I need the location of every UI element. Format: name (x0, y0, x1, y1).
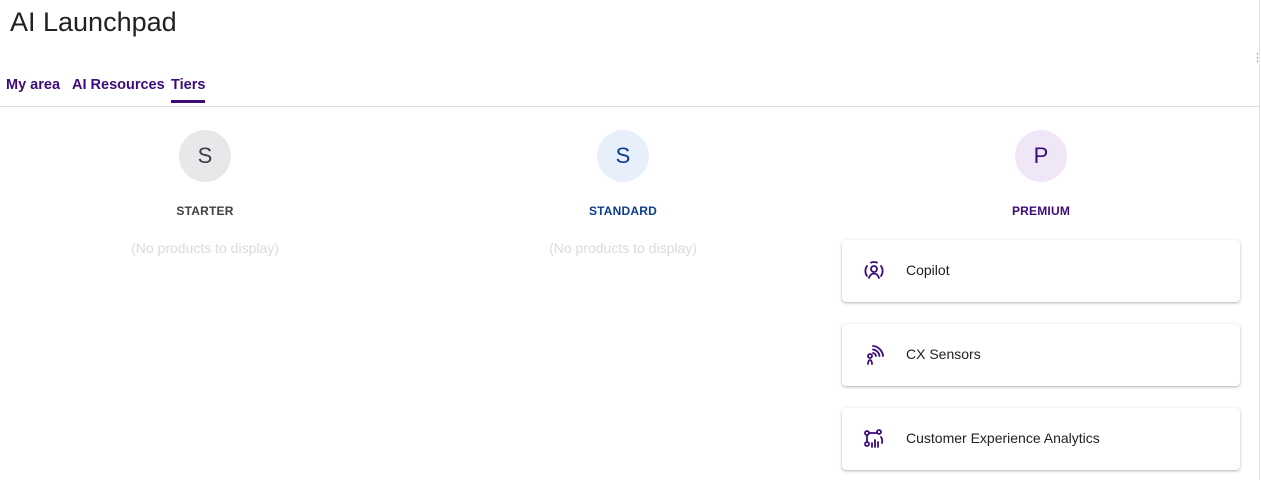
product-label: Copilot (906, 262, 950, 278)
tab-bar: My area AI Resources Tiers (0, 70, 1259, 107)
product-card-customer-experience-analytics[interactable]: Customer Experience Analytics (842, 408, 1240, 470)
tier-standard: S STANDARD (No products to display) (423, 130, 823, 256)
tab-tiers[interactable]: Tiers (171, 77, 206, 103)
analytics-icon (862, 427, 886, 451)
tier-standard-empty-message: (No products to display) (549, 240, 697, 256)
tier-standard-avatar: S (597, 130, 649, 182)
tier-starter-label: STARTER (176, 204, 234, 218)
panel-divider (1259, 0, 1260, 480)
copilot-icon (862, 259, 886, 283)
tier-starter: S STARTER (No products to display) (5, 130, 405, 256)
tier-standard-label: STANDARD (588, 204, 658, 218)
product-label: CX Sensors (906, 346, 981, 362)
product-label: Customer Experience Analytics (906, 430, 1100, 446)
product-card-copilot[interactable]: Copilot (842, 240, 1240, 302)
tier-starter-empty-message: (No products to display) (131, 240, 279, 256)
resize-handle[interactable]: ⋮ (1252, 53, 1261, 64)
sensor-icon (862, 343, 886, 367)
tier-premium: P PREMIUM (841, 130, 1241, 218)
tier-premium-avatar: P (1015, 130, 1067, 182)
tab-ai-resources[interactable]: AI Resources (72, 77, 165, 102)
product-card-cx-sensors[interactable]: CX Sensors (842, 324, 1240, 386)
tier-starter-avatar: S (179, 130, 231, 182)
tab-my-area[interactable]: My area (6, 77, 60, 102)
tier-premium-label: PREMIUM (1011, 204, 1071, 218)
page-title: AI Launchpad (10, 7, 177, 37)
